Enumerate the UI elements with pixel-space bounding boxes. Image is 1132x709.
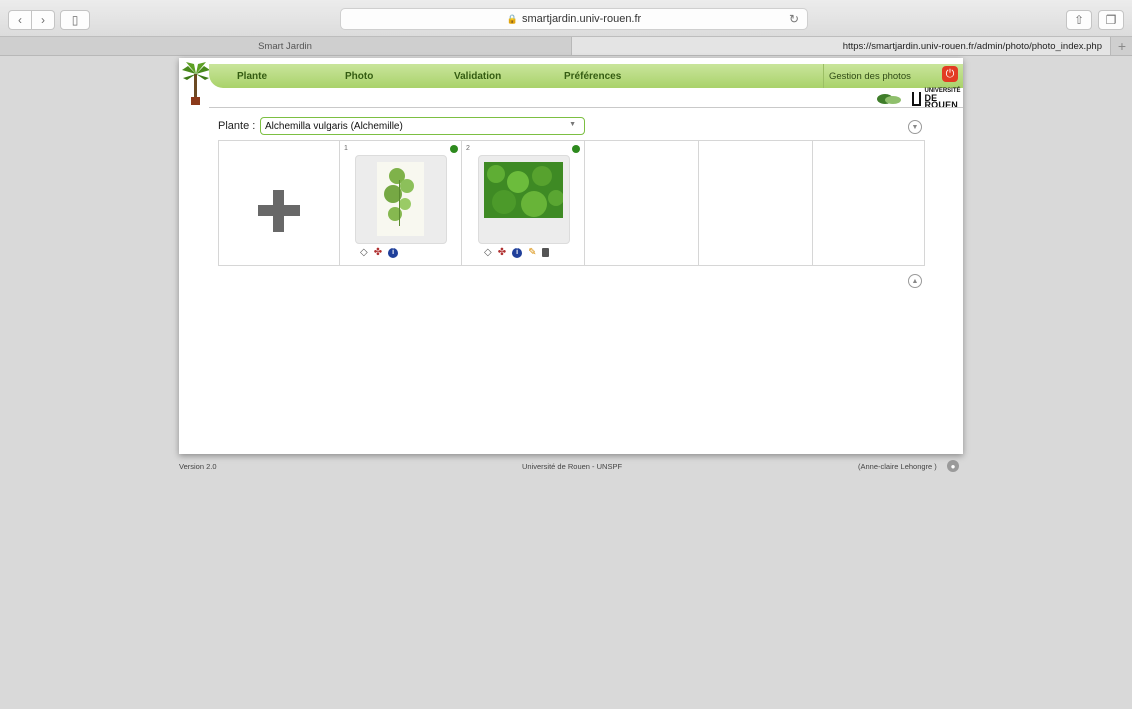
plant-select[interactable]: Alchemilla vulgaris (Alchemille) ▼ — [260, 117, 585, 135]
logout-button[interactable]: ⏻ — [942, 66, 958, 82]
tab-smart-jardin[interactable]: Smart Jardin — [0, 37, 570, 55]
info-icon[interactable]: i — [512, 247, 523, 258]
plus-icon: + — [1117, 38, 1127, 54]
sidebar-button[interactable]: ▯ — [60, 10, 90, 30]
photo-number: 2 — [466, 145, 470, 152]
chevron-right-icon: › — [41, 13, 45, 27]
status-dot — [450, 145, 458, 153]
menu-item-plante[interactable]: Plante — [237, 64, 267, 88]
empty-photo-cell — [699, 141, 813, 265]
botanical-illustration-image — [377, 162, 424, 236]
main-menu: Plante Photo Validation Préférences Gest… — [209, 64, 963, 88]
tab-bar: Smart Jardin https://smartjardin.univ-ro… — [0, 37, 1132, 56]
photo-cell: 1 ◇ ✤ i — [340, 141, 462, 265]
edit-icon[interactable]: ✎ — [528, 247, 536, 258]
status-dot — [572, 145, 580, 153]
footer-institution: Université de Rouen - UNSPF — [522, 462, 623, 471]
plant-photo-image — [484, 162, 563, 218]
tabs-icon: ❐ — [1105, 13, 1117, 27]
empty-photo-cell — [585, 141, 699, 265]
user-icon[interactable]: ● — [947, 460, 959, 472]
address-url: smartjardin.univ-rouen.fr — [522, 13, 642, 25]
photo-actions: ◇ ✤ i ✎ — [484, 247, 550, 258]
chevron-down-icon: ▼ — [569, 121, 576, 128]
collapse-up-button[interactable]: ▲ — [908, 274, 922, 288]
palm-tree-logo — [182, 62, 210, 105]
browser-toolbar: ‹ › ▯ 🔒 smartjardin.univ-rouen.fr ↻ ⇧ ❐ — [0, 0, 1132, 37]
plant-select-value: Alchemilla vulgaris (Alchemille) — [265, 120, 403, 132]
add-photo-button[interactable] — [258, 190, 300, 232]
header-divider — [209, 107, 963, 108]
menu-item-preferences[interactable]: Préférences — [564, 64, 621, 88]
back-button[interactable]: ‹ — [8, 10, 32, 30]
new-tab-button[interactable]: + — [1112, 37, 1132, 55]
chevron-up-icon: ▲ — [911, 277, 919, 285]
add-photo-cell — [219, 141, 340, 265]
app-panel: Plante Photo Validation Préférences Gest… — [179, 58, 963, 454]
partner-logo — [877, 94, 901, 104]
plant-label: Plante : — [218, 120, 256, 132]
reload-icon[interactable]: ↻ — [789, 12, 799, 26]
photo-thumbnail[interactable] — [355, 155, 447, 244]
photo-thumbnail[interactable] — [478, 155, 570, 244]
photo-actions: ◇ ✤ i — [360, 247, 399, 258]
menu-item-photo[interactable]: Photo — [345, 64, 373, 88]
menu-divider — [823, 64, 824, 88]
tabs-button[interactable]: ❐ — [1098, 10, 1124, 30]
tag-icon[interactable]: ◇ — [484, 247, 492, 258]
expand-down-button[interactable]: ▼ — [908, 120, 922, 134]
share-button[interactable]: ⇧ — [1066, 10, 1092, 30]
photo-cell: 2 ◇ ✤ i ✎ — [462, 141, 585, 265]
photo-grid: 1 ◇ ✤ i 2 ◇ ✤ i ✎ — [218, 140, 925, 266]
nav-buttons: ‹ › — [8, 10, 55, 30]
chevron-down-icon: ▼ — [911, 123, 919, 131]
info-icon[interactable]: i — [388, 247, 399, 258]
chevron-left-icon: ‹ — [18, 13, 22, 27]
menu-item-validation[interactable]: Validation — [454, 64, 501, 88]
forward-button[interactable]: › — [32, 10, 55, 30]
tab-photo-index[interactable]: https://smartjardin.univ-rouen.fr/admin/… — [571, 37, 1111, 55]
university-logo: UNIVERSITÉ DE ROUEN — [912, 88, 963, 110]
empty-photo-cell — [813, 141, 925, 265]
power-icon: ⏻ — [945, 67, 955, 80]
sidebar-icon: ▯ — [71, 13, 79, 27]
tag-icon[interactable]: ◇ — [360, 247, 368, 258]
photo-number: 1 — [344, 145, 348, 152]
flower-icon[interactable]: ✤ — [498, 247, 506, 258]
footer-user: (Anne-claire Lehongre ) — [858, 462, 937, 471]
section-title: Gestion des photos — [829, 70, 911, 82]
footer-version: Version 2.0 — [179, 462, 217, 471]
trash-icon[interactable] — [542, 248, 550, 257]
share-icon: ⇧ — [1073, 13, 1085, 27]
flower-icon[interactable]: ✤ — [374, 247, 382, 258]
lock-icon: 🔒 — [506, 13, 518, 24]
address-bar[interactable]: 🔒 smartjardin.univ-rouen.fr ↻ — [340, 8, 808, 30]
